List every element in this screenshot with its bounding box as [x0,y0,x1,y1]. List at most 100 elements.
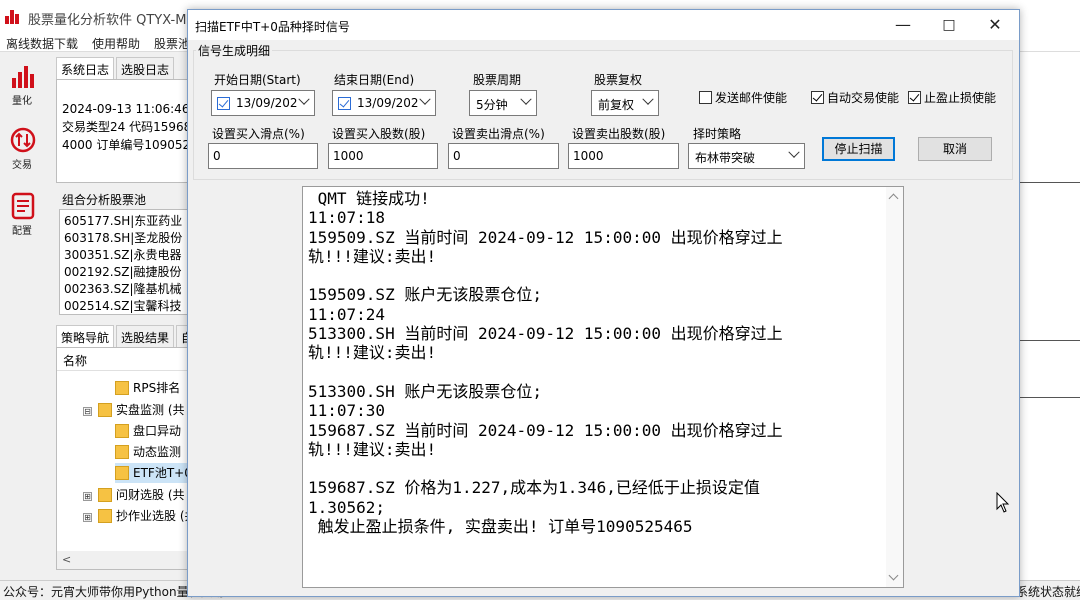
scroll-down-icon[interactable] [888,570,899,581]
end-date-label: 结束日期(End) [334,73,415,87]
buy-shares-label: 设置买入股数(股) [332,127,426,141]
sell-shares-input[interactable]: 1000 [568,143,679,169]
chevron-down-icon [642,93,654,105]
chevron-down-icon [298,93,310,105]
tab-selection-result[interactable]: 选股结果 [116,325,175,347]
mouse-cursor-icon [996,492,1010,513]
dialog-title: 扫描ETF中T+0品种择时信号 [195,20,350,34]
folder-icon [115,424,129,438]
buy-shares-input[interactable]: 1000 [328,143,438,169]
stock-pool-list[interactable]: 605177.SH|东亚药业 603178.SH|圣龙股份 300351.SZ|… [59,209,191,315]
signal-output-text: QMT 链接成功! 11:07:18 159509.SZ 当前时间 2024-0… [308,189,783,537]
group-label: 信号生成明细 [196,42,273,59]
system-log-panel: 2024-09-13 11:06:46: 交易类型24 代码15968 4000… [56,79,191,183]
list-item[interactable]: 002514.SZ|宝馨科技 [60,298,190,315]
list-item[interactable]: 605177.SH|东亚药业 [60,213,190,230]
vertical-scrollbar[interactable] [886,187,903,587]
menu-help[interactable]: 使用帮助 [92,35,140,52]
checkbox-icon [699,91,712,104]
app-title: 股票量化分析软件 QTYX-Ma [28,13,195,28]
strategy-tree: 名称 RPS排名 ⊟ 实盘监测 (共 盘口异动 动态监测 ETF池T+0 ⊞ 问财选… [56,347,191,570]
scroll-up-icon[interactable] [888,193,899,204]
trade-arrows-icon [10,127,36,153]
minimize-button[interactable]: — [880,10,926,40]
period-select[interactable]: 5分钟 [469,90,537,116]
bar-chart-icon [12,66,34,88]
sell-shares-label: 设置卖出股数(股) [572,127,666,141]
tree-node-rps[interactable]: RPS排名 [115,378,180,398]
end-date-checkbox[interactable] [338,97,351,110]
stop-scan-button[interactable]: 停止扫描 [822,137,895,161]
tree-node-dynamic-monitor[interactable]: 动态监测 [115,442,181,462]
sell-slip-label: 设置卖出滑点(%) [452,127,545,141]
email-enable-checkbox[interactable]: 发送邮件使能 [699,89,787,106]
trade-button[interactable]: 交易 [0,120,44,176]
collapse-icon[interactable]: ⊟ [83,407,92,416]
strategy-select[interactable]: 布林带突破 [688,143,805,169]
tree-node-etf-t0[interactable]: ETF池T+0 [115,463,190,483]
tree-node-quote-anomaly[interactable]: 盘口异动 [115,421,181,441]
quant-button[interactable]: 量化 [0,56,44,112]
chevron-down-icon [419,93,431,105]
maximize-button[interactable]: □ [926,10,972,40]
folder-icon [115,445,129,459]
trade-label: 交易 [12,160,32,171]
menu-offline-download[interactable]: 离线数据下载 [6,35,78,52]
nav-tabbar: 策略导航 选股结果 自 [56,325,191,348]
stop-profit-loss-checkbox[interactable]: 止盈止损使能 [908,89,996,106]
left-toolbar: 量化 交易 配置 [0,52,50,582]
tab-system-log[interactable]: 系统日志 [56,57,115,80]
folder-icon [98,403,112,417]
chevron-down-icon [520,93,532,105]
dialog-title-bar: 扫描ETF中T+0品种择时信号 — □ ✕ [188,10,1019,40]
log-line: 2024-09-13 11:06:46: [62,102,190,116]
signal-output-textarea[interactable]: QMT 链接成功! 11:07:18 159509.SZ 当前时间 2024-0… [302,186,904,588]
folder-icon [98,509,112,523]
period-label: 股票周期 [473,73,522,87]
tree-node-wencai[interactable]: ⊞ 问财选股 (共 [83,485,185,505]
sell-slip-input[interactable]: 0 [448,143,559,169]
config-document-icon [11,192,35,220]
adjust-select[interactable]: 前复权 [591,90,659,116]
tree-node-live-monitor[interactable]: ⊟ 实盘监测 (共 [83,400,185,420]
checkbox-checked-icon [811,91,824,104]
config-label: 配置 [12,226,32,237]
tree-node-copy-homework[interactable]: ⊞ 抄作业选股 (共 [83,506,190,526]
tree-header: 名称 [63,354,88,368]
scroll-left-icon[interactable]: < [62,553,71,566]
expand-icon[interactable]: ⊞ [83,492,92,501]
adjust-label: 股票复权 [594,73,643,87]
buy-slip-input[interactable]: 0 [208,143,318,169]
list-item[interactable]: 300351.SZ|永贵电器 [60,247,190,264]
buy-slip-label: 设置买入滑点(%) [212,127,305,141]
menu-stock-pool[interactable]: 股票池 [154,35,190,52]
config-button[interactable]: 配置 [0,186,44,242]
start-date-picker[interactable]: 13/09/202 [211,90,315,116]
list-item[interactable]: 603178.SH|圣龙股份 [60,230,190,247]
checkbox-checked-icon [908,91,921,104]
close-button[interactable]: ✕ [972,10,1018,40]
folder-icon [98,488,112,502]
auto-trade-checkbox[interactable]: 自动交易使能 [811,89,899,106]
tab-strategy-nav[interactable]: 策略导航 [56,325,115,348]
start-date-label: 开始日期(Start) [214,73,301,87]
list-item[interactable]: 002363.SZ|隆基机械 [60,281,190,298]
strategy-label: 择时策略 [693,127,742,141]
scan-signal-dialog: 扫描ETF中T+0品种择时信号 — □ ✕ 信号生成明细 开始日期(Start)… [187,9,1020,597]
list-item[interactable]: 002192.SZ|融捷股份 [60,264,190,281]
tab-selection-log[interactable]: 选股日志 [116,57,175,79]
chevron-down-icon [788,146,800,158]
log-tabbar: 系统日志 选股日志 [56,57,191,80]
status-right-text: 系统状态就绪 [1016,585,1080,599]
cancel-button[interactable]: 取消 [918,137,992,161]
right-background-area [1020,52,1080,580]
expand-icon[interactable]: ⊞ [83,513,92,522]
start-date-checkbox[interactable] [217,97,230,110]
folder-icon [115,466,129,480]
end-date-picker[interactable]: 13/09/202 [332,90,436,116]
quant-label: 量化 [12,96,32,107]
horizontal-scrollbar[interactable]: < [57,551,190,569]
log-line: 交易类型24 代码15968 [62,120,190,134]
app-logo-icon [5,10,21,24]
log-line: 4000 订单编号109052 [62,138,190,152]
